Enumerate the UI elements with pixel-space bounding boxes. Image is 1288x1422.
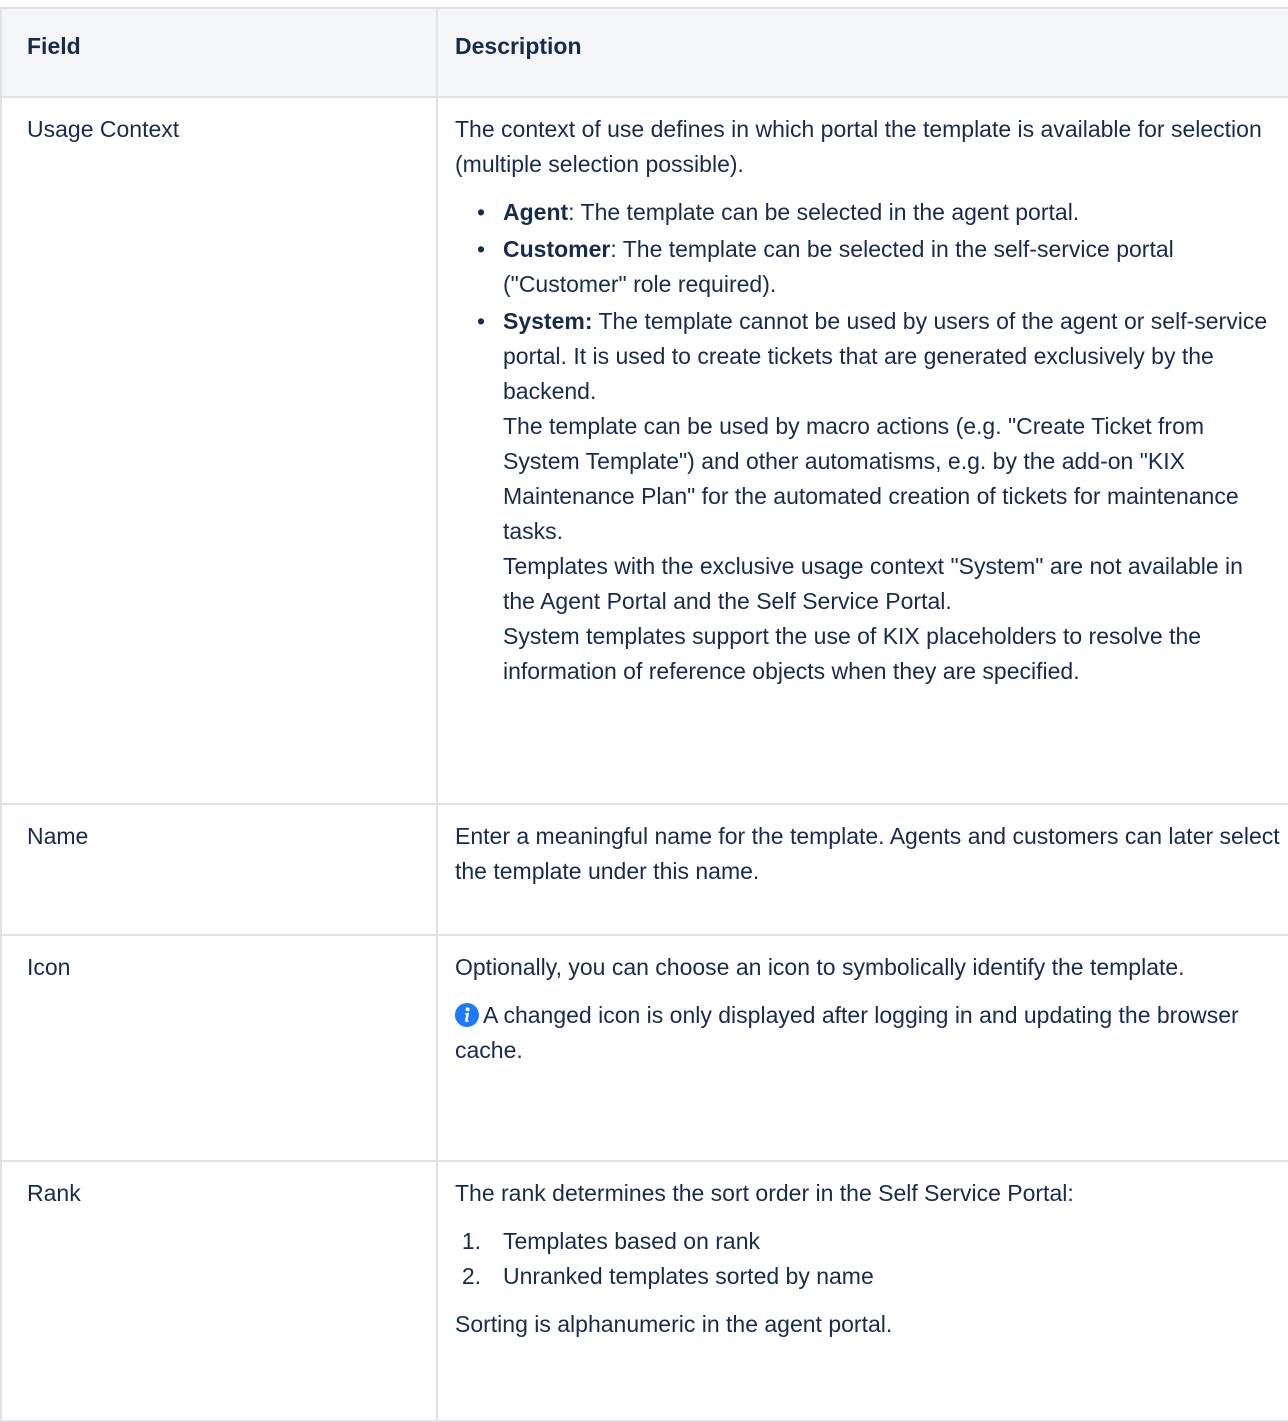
list-item-customer: • Customer: The template can be selected… xyxy=(477,232,1280,302)
description-column-header: Description xyxy=(436,7,1288,98)
description-cell: Enter a meaningful name for the template… xyxy=(436,803,1288,936)
icon-description: Optionally, you can choose an icon to sy… xyxy=(455,954,1185,980)
field-name-cell: Usage Context xyxy=(0,96,438,805)
field-name-cell: Name xyxy=(0,803,438,936)
field-name-cell: Icon xyxy=(0,934,438,1162)
list-number: 2. xyxy=(461,1263,481,1289)
description-cell: The context of use defines in which port… xyxy=(436,96,1288,805)
bullet-icon: • xyxy=(477,308,486,334)
field-description-table: Field Description Usage Context The cont… xyxy=(0,7,1288,1422)
list-item-term: Agent xyxy=(503,199,569,225)
list-item-text: Unranked templates sorted by name xyxy=(503,1263,874,1289)
list-item-text: The template cannot be used by users of … xyxy=(503,308,1268,404)
info-note: A changed icon is only displayed after l… xyxy=(455,998,1280,1068)
rank-outro: Sorting is alphanumeric in the agent por… xyxy=(455,1311,893,1337)
list-item-term: System: xyxy=(503,308,593,334)
list-number: 1. xyxy=(461,1228,481,1254)
list-item-text: Templates based on rank xyxy=(503,1228,760,1254)
list-item-term: Customer xyxy=(503,236,611,262)
usage-context-intro: The context of use defines in which port… xyxy=(455,116,1262,177)
field-column-header: Field xyxy=(0,7,438,98)
rank-intro: The rank determines the sort order in th… xyxy=(455,1180,1074,1206)
table-row-icon: Icon Optionally, you can choose an icon … xyxy=(0,934,1288,1162)
name-description: Enter a meaningful name for the template… xyxy=(455,823,1280,884)
description-cell: Optionally, you can choose an icon to sy… xyxy=(436,934,1288,1162)
list-item: 1. Templates based on rank xyxy=(455,1224,1280,1259)
info-note-text: A changed icon is only displayed after l… xyxy=(455,1002,1239,1063)
bullet-icon: • xyxy=(477,199,486,225)
field-name-cell: Rank xyxy=(0,1160,438,1422)
list-item-agent: • Agent: The template can be selected in… xyxy=(477,195,1280,230)
table-header-row: Field Description xyxy=(0,7,1288,98)
table-row-name: Name Enter a meaningful name for the tem… xyxy=(0,803,1288,936)
system-macro-paragraph: The template can be used by macro action… xyxy=(503,413,1239,544)
system-availability-paragraph: Templates with the exclusive usage conte… xyxy=(503,553,1243,614)
table-row-usage-context: Usage Context The context of use defines… xyxy=(0,96,1288,805)
bullet-icon: • xyxy=(477,236,486,262)
usage-context-list: • Agent: The template can be selected in… xyxy=(455,195,1280,689)
list-item: 2. Unranked templates sorted by name xyxy=(455,1259,1280,1294)
description-cell: The rank determines the sort order in th… xyxy=(436,1160,1288,1422)
system-placeholders-paragraph: System templates support the use of KIX … xyxy=(503,623,1202,684)
info-icon xyxy=(455,1003,479,1027)
list-item-system: • System: The template cannot be used by… xyxy=(477,304,1280,689)
table-row-rank: Rank The rank determines the sort order … xyxy=(0,1160,1288,1422)
list-item-text: : The template can be selected in the ag… xyxy=(568,199,1080,225)
rank-order-list: 1. Templates based on rank 2. Unranked t… xyxy=(455,1224,1280,1294)
